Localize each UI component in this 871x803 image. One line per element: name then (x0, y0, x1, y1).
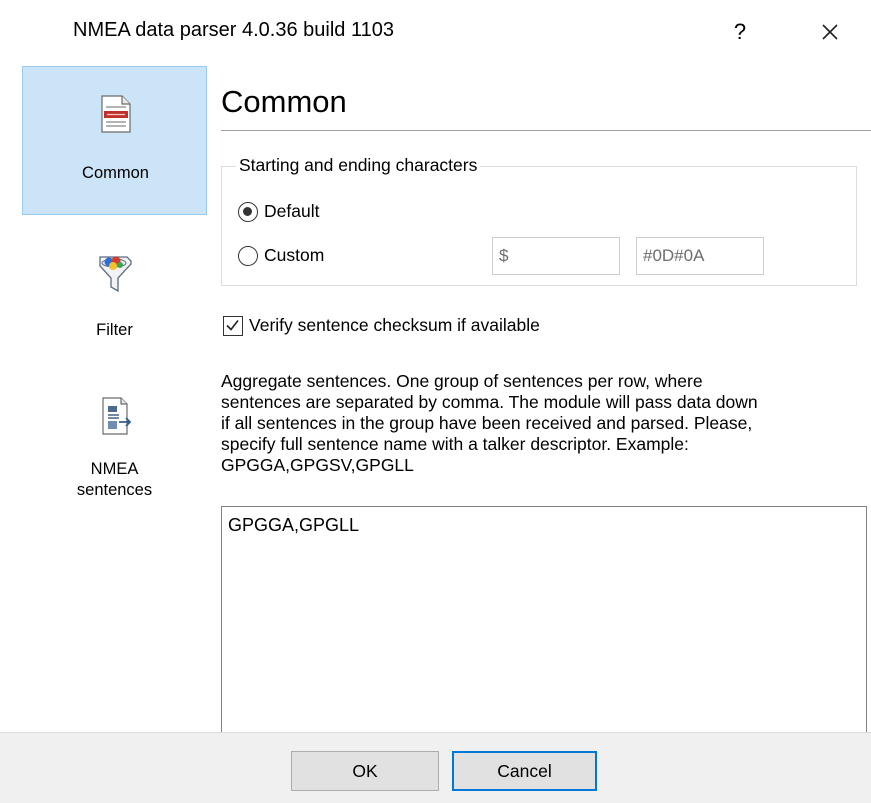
default-radio[interactable] (238, 202, 258, 222)
help-button[interactable]: ? (725, 14, 755, 50)
custom-radio[interactable] (238, 246, 258, 266)
checkmark-icon (226, 320, 239, 331)
funnel-icon (99, 256, 132, 293)
sidebar-item-label-line2: sentences (76, 481, 153, 499)
description-line: specify full sentence name with a talker… (221, 434, 689, 454)
description-line: sentences are separated by comma. The mo… (221, 392, 758, 412)
start-char-input[interactable]: $ (492, 237, 620, 275)
button-bar: OK Cancel (0, 732, 871, 803)
heading-divider (221, 130, 871, 131)
verify-checksum-checkbox[interactable] (223, 316, 243, 336)
page-title: Common (221, 84, 347, 119)
aggregate-sentences-textarea[interactable]: GPGGA,GPGLL (221, 506, 867, 736)
sentences-icon (102, 397, 132, 435)
dialog-window: NMEA data parser 4.0.36 build 1103 ? Com… (0, 0, 871, 803)
description-line: GPGGA,GPGSV,GPGLL (221, 455, 414, 475)
group-legend: Starting and ending characters (236, 155, 481, 176)
ok-button[interactable]: OK (291, 751, 439, 791)
window-title: NMEA data parser 4.0.36 build 1103 (73, 19, 394, 41)
description-line: if all sentences in the group have been … (221, 413, 753, 433)
sidebar-item-label: Filter (96, 321, 133, 339)
aggregate-description: Aggregate sentences. One group of senten… (221, 371, 871, 476)
start-end-characters-group: Starting and ending characters Default C… (221, 155, 857, 286)
description-line: Aggregate sentences. One group of senten… (221, 371, 703, 391)
custom-radio-label[interactable]: Custom (264, 245, 324, 266)
radio-selected-dot (243, 207, 252, 216)
cancel-button[interactable]: Cancel (452, 751, 597, 791)
document-icon (101, 95, 131, 133)
sidebar-item-nmea-sentences[interactable]: NMEA sentences (22, 384, 207, 504)
verify-checksum-label[interactable]: Verify sentence checksum if available (249, 315, 540, 336)
sidebar-item-label-line1: NMEA (90, 460, 139, 478)
close-icon (822, 24, 838, 40)
main-panel: Common Starting and ending characters De… (207, 66, 871, 736)
end-char-input[interactable]: #0D#0A (636, 237, 764, 275)
default-radio-label[interactable]: Default (264, 201, 319, 222)
sidebar-nav: Common Filter NMEA sentences (0, 66, 207, 732)
title-bar: NMEA data parser 4.0.36 build 1103 ? (0, 0, 871, 66)
sidebar-item-filter[interactable]: Filter (22, 236, 207, 346)
close-button[interactable] (810, 12, 850, 52)
sidebar-item-label: Common (82, 164, 149, 182)
sidebar-item-common[interactable]: Common (22, 66, 207, 215)
